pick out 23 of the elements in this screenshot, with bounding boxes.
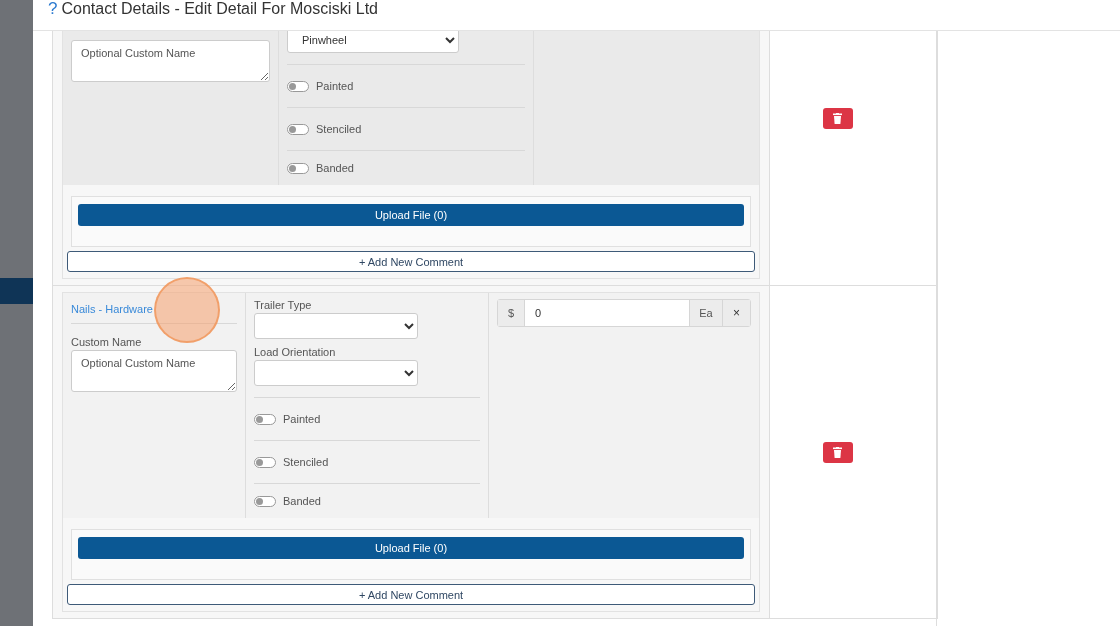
price-field[interactable]: $ 0 Ea × — [497, 299, 751, 327]
clear-button[interactable]: × — [722, 300, 750, 326]
price-input[interactable]: 0 — [525, 300, 689, 326]
toggle-label: Stenciled — [316, 123, 362, 135]
custom-name-field[interactable]: Optional Custom Name — [71, 350, 237, 392]
field-label: Trailer Type — [254, 299, 313, 311]
currency-label: $ — [498, 300, 525, 326]
toggle-label: Painted — [283, 413, 321, 425]
upload-file-button[interactable]: Upload File (0) — [78, 537, 744, 559]
field-label: Load Orientation — [254, 346, 337, 358]
toggle-label: Stenciled — [283, 456, 329, 468]
field-label: Custom Name — [71, 336, 143, 348]
toggle-label: Painted — [316, 80, 354, 92]
help-icon[interactable]: ? — [48, 0, 58, 18]
upload-file-button[interactable]: Upload File (0) — [78, 204, 744, 226]
unit-label: Ea — [689, 300, 722, 326]
dialog-title: Contact Details - Edit Detail For Mosciski Ltd — [61, 0, 378, 18]
dropdown[interactable]: Pinwheel — [287, 31, 459, 53]
custom-name-field[interactable]: Optional Custom Name — [71, 40, 270, 82]
add-comment-button[interactable]: + Add New Comment — [67, 251, 755, 272]
add-comment-button[interactable]: + Add New Comment — [67, 584, 755, 605]
toggle-label: Banded — [316, 162, 354, 174]
toggle-label: Banded — [283, 495, 321, 507]
